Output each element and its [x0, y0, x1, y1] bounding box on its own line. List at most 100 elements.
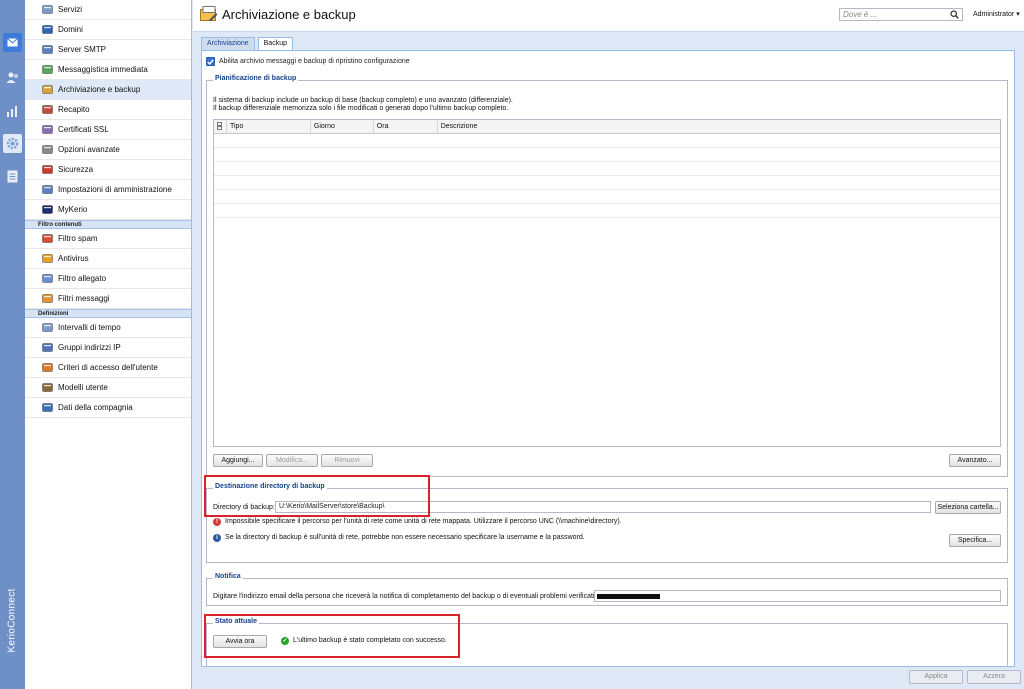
spam-filter-icon [42, 233, 53, 244]
statistics-icon[interactable] [3, 101, 22, 120]
table-row[interactable] [214, 190, 1000, 204]
sidebar-item-delivery[interactable]: Recapito [25, 100, 191, 120]
archive-icon [200, 6, 218, 22]
sidebar-item-time-interval[interactable]: Intervalli di tempo [25, 318, 191, 338]
configuration-gear-icon[interactable] [3, 134, 22, 153]
user-template-icon [42, 382, 53, 393]
sidebar-item-attachment-filter[interactable]: Filtro allegato [25, 269, 191, 289]
tab-archiving[interactable]: Archiviazione [201, 37, 255, 50]
sidebar-item-label: Impostazioni di amministrazione [58, 185, 172, 194]
sidebar-item-at[interactable]: Domini [25, 20, 191, 40]
user-name: Administrator [973, 11, 1015, 18]
certificate-icon [42, 124, 53, 135]
remove-button[interactable]: Rimuovi [321, 454, 373, 467]
sidebar-item-label: Certificati SSL [58, 125, 109, 134]
sidebar-item-message-filter[interactable]: Filtri messaggi [25, 289, 191, 309]
ip-group-icon [42, 342, 53, 353]
column-type[interactable]: Tipo [227, 120, 311, 133]
search-icon[interactable] [950, 10, 959, 19]
sidebar-item-admin-settings[interactable]: Impostazioni di amministrazione [25, 180, 191, 200]
table-row[interactable] [214, 162, 1000, 176]
backup-panel: Abilita archivio messaggi e backup di ri… [201, 50, 1015, 667]
notification-legend: Notifica [213, 573, 243, 580]
sidebar-item-archive[interactable]: Archiviazione e backup [25, 80, 191, 100]
sidebar-item-label: Domini [58, 25, 83, 34]
sidebar-item-antivirus[interactable]: Antivirus [25, 249, 191, 269]
sidebar-item-ip-group[interactable]: Gruppi indirizzi IP [25, 338, 191, 358]
main-area: Archiviazione e backup Dove è ... Admini… [193, 0, 1024, 689]
sidebar-item-label: MyKerio [58, 205, 88, 214]
services-icon [42, 4, 53, 15]
sidebar-item-label: Intervalli di tempo [58, 323, 121, 332]
add-button[interactable]: Aggiungi... [213, 454, 263, 467]
highlight-box-destination [204, 475, 430, 517]
apply-button[interactable]: Applica [909, 670, 963, 684]
section-content-filter: Filtro contenuti [25, 220, 191, 229]
select-folder-button[interactable]: Seleziona cartella... [935, 501, 1001, 514]
notification-email-field[interactable] [594, 590, 1001, 602]
info-text: Se la directory di backup è sull'unità d… [225, 534, 585, 541]
schedule-legend: Pianificazione di backup [213, 75, 299, 82]
brand-text: KerioConnect [6, 588, 18, 653]
users-icon[interactable] [3, 68, 22, 87]
mykerio-icon [42, 204, 53, 215]
reset-button[interactable]: Azzera [967, 670, 1021, 684]
sidebar-item-spam-filter[interactable]: Filtro spam [25, 229, 191, 249]
sidebar-item-access-policy[interactable]: Criteri di accesso dell'utente [25, 358, 191, 378]
sidebar-item-mykerio[interactable]: MyKerio [25, 200, 191, 220]
schedule-desc-2: Il backup differenziale memorizza solo i… [213, 105, 509, 112]
mail-icon[interactable] [3, 33, 22, 52]
tab-backup[interactable]: Backup [257, 37, 293, 50]
sidebar-item-security[interactable]: Sicurezza [25, 160, 191, 180]
user-menu[interactable]: Administrator ▾ [973, 10, 1020, 18]
sidebar-item-gear[interactable]: Opzioni avanzate [25, 140, 191, 160]
search-input[interactable]: Dove è ... [839, 8, 963, 21]
sidebar-item-label: Recapito [58, 105, 90, 114]
schedule-table[interactable]: Tipo Giorno Ora Descrizione [213, 119, 1001, 447]
sidebar-item-certificate[interactable]: Certificati SSL [25, 120, 191, 140]
specify-button[interactable]: Specifica... [949, 534, 1001, 547]
sidebar-item-company-data[interactable]: Dati della compagnia [25, 398, 191, 418]
access-policy-icon [42, 362, 53, 373]
smtp-icon [42, 44, 53, 55]
error-icon: ! [213, 517, 221, 526]
sidebar-item-label: Server SMTP [58, 45, 107, 54]
admin-settings-icon [42, 184, 53, 195]
sidebar-item-label: Filtri messaggi [58, 294, 110, 303]
column-day[interactable]: Giorno [311, 120, 374, 133]
sidebar-item-label: Filtro allegato [58, 274, 107, 283]
edit-button[interactable]: Modifica... [266, 454, 318, 467]
search-placeholder: Dove è ... [843, 10, 878, 19]
column-description[interactable]: Descrizione [438, 120, 1000, 133]
enable-backup-row[interactable]: Abilita archivio messaggi e backup di ri… [206, 57, 410, 66]
enable-backup-checkbox[interactable] [206, 57, 215, 66]
sidebar-item-user-template[interactable]: Modelli utente [25, 378, 191, 398]
page-header: Archiviazione e backup Dove è ... Admini… [193, 0, 1024, 32]
sidebar-item-services[interactable]: Servizi [25, 0, 191, 20]
attachment-filter-icon [42, 273, 53, 284]
table-row[interactable] [214, 134, 1000, 148]
column-select-all[interactable] [214, 120, 227, 133]
highlight-box-status [204, 614, 460, 658]
tab-bar: Archiviazione Backup [201, 37, 296, 50]
sidebar-item-chat[interactable]: Messaggistica immediata [25, 60, 191, 80]
info-icon: i [213, 533, 221, 542]
sidebar-item-label: Sicurezza [58, 165, 94, 174]
time-interval-icon [42, 322, 53, 333]
table-header: Tipo Giorno Ora Descrizione [214, 120, 1000, 134]
antivirus-icon [42, 253, 53, 264]
app-window: KerioConnect Servizi Domini Server SMTP Mes… [0, 0, 1024, 689]
message-filter-icon [42, 293, 53, 304]
table-row[interactable] [214, 204, 1000, 218]
table-row[interactable] [214, 148, 1000, 162]
brand-logo: KerioConnect [2, 583, 22, 663]
advanced-button[interactable]: Avanzato... [949, 454, 1001, 467]
sidebar-item-smtp[interactable]: Server SMTP [25, 40, 191, 60]
archive-icon [42, 84, 53, 95]
column-time[interactable]: Ora [374, 120, 438, 133]
nav-rail: KerioConnect [0, 0, 25, 689]
notification-label: Digitare l'indirizzo email della persona… [213, 593, 602, 600]
logs-icon[interactable] [3, 167, 22, 186]
table-row[interactable] [214, 176, 1000, 190]
backup-schedule-fieldset: Pianificazione di backup Il sistema di b… [206, 75, 1008, 477]
